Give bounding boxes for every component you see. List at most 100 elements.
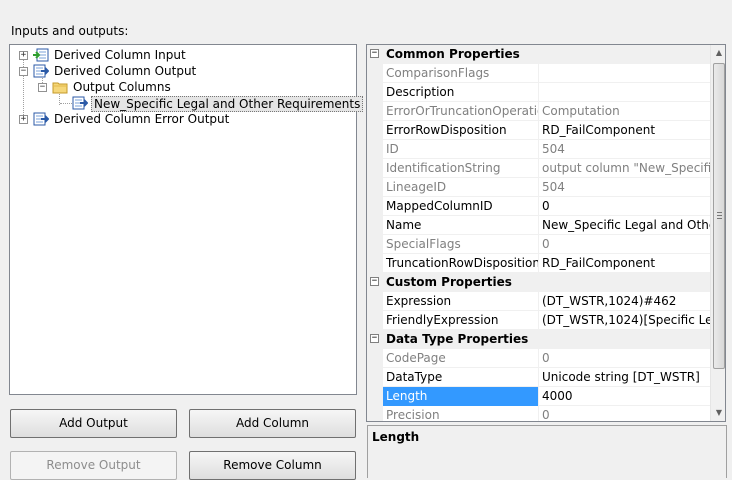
property-row-identificationstring[interactable]: IdentificationString output column "New_… (367, 159, 710, 178)
add-output-button[interactable]: Add Output (10, 409, 177, 438)
property-row-specialflags[interactable]: SpecialFlags 0 (367, 235, 710, 254)
row-margin (367, 121, 383, 140)
collapse-icon[interactable]: − (370, 277, 379, 286)
row-margin (367, 102, 383, 121)
property-grid[interactable]: − Common Properties ComparisonFlags Desc… (366, 44, 726, 422)
add-column-button[interactable]: Add Column (189, 409, 356, 438)
property-row-errorortruncationoperation[interactable]: ErrorOrTruncationOperation Computation (367, 102, 710, 121)
property-name: DataType (383, 368, 539, 387)
property-name: ErrorRowDisposition (383, 121, 539, 140)
tree-node-output-columns[interactable]: − Output Columns (10, 79, 350, 95)
property-name: MappedColumnID (383, 197, 539, 216)
property-row-datatype[interactable]: DataType Unicode string [DT_WSTR] (367, 368, 710, 387)
row-margin (367, 159, 383, 178)
property-row-errorrowdisposition[interactable]: ErrorRowDisposition RD_FailComponent (367, 121, 710, 140)
collapse-icon[interactable]: − (370, 49, 379, 58)
property-name: Description (383, 83, 539, 102)
tree-node-new-specific-legal[interactable]: New_Specific Legal and Other Requirement… (10, 95, 364, 112)
property-value[interactable]: (DT_WSTR,1024)[Specific Legal and Other … (539, 311, 710, 330)
property-value[interactable]: 0 (539, 406, 710, 421)
remove-output-button[interactable]: Remove Output (10, 451, 177, 480)
property-name: Precision (383, 406, 539, 421)
row-margin (367, 235, 383, 254)
property-name: Name (383, 216, 539, 235)
row-margin (367, 64, 383, 83)
property-row-id[interactable]: ID 504 (367, 140, 710, 159)
property-name: Expression (383, 292, 539, 311)
property-name: IdentificationString (383, 159, 539, 178)
row-margin (367, 311, 383, 330)
property-value[interactable]: New_Specific Legal and Other Requirement… (539, 216, 710, 235)
vertical-scrollbar[interactable]: ▲ ▼ (710, 45, 725, 421)
property-value[interactable]: RD_FailComponent (539, 121, 710, 140)
category-custom-properties[interactable]: − Custom Properties (367, 273, 710, 292)
tree-node-derived-column-output[interactable]: − Derived Column Output (10, 63, 350, 79)
property-row-length[interactable]: Length 4000 (367, 387, 710, 406)
collapse-icon[interactable]: − (370, 334, 379, 343)
property-value[interactable]: 504 (539, 178, 710, 197)
tree-node-derived-column-error-output[interactable]: + Derived Column Error Output (10, 111, 350, 127)
property-name: FriendlyExpression (383, 311, 539, 330)
category-label: Custom Properties (386, 275, 512, 289)
scrollbar-thumb[interactable] (713, 63, 725, 369)
category-label: Data Type Properties (386, 332, 529, 346)
property-row-codepage[interactable]: CodePage 0 (367, 349, 710, 368)
row-margin (367, 292, 383, 311)
grip-line (717, 215, 722, 216)
tree-node-label: New_Specific Legal and Other Requirement… (91, 96, 364, 112)
row-margin (367, 406, 383, 421)
description-title: Length (372, 430, 420, 444)
property-value[interactable]: 0 (539, 235, 710, 254)
property-value[interactable]: Computation (539, 102, 710, 121)
scroll-down-icon[interactable]: ▼ (711, 405, 725, 421)
category-data-type-properties[interactable]: − Data Type Properties (367, 330, 710, 349)
folder-icon (52, 82, 68, 94)
property-name: ErrorOrTruncationOperation (383, 102, 539, 121)
property-name: ComparisonFlags (383, 64, 539, 83)
property-row-mappedcolumnid[interactable]: MappedColumnID 0 (367, 197, 710, 216)
input-icon (33, 48, 49, 62)
property-value[interactable]: RD_FailComponent (539, 254, 710, 273)
tree-node-derived-column-input[interactable]: + Derived Column Input (10, 47, 350, 63)
expand-icon[interactable]: + (19, 115, 28, 124)
property-row-truncationrowdisposition[interactable]: TruncationRowDisposition RD_FailComponen… (367, 254, 710, 273)
tree-node-label: Derived Column Error Output (54, 112, 230, 126)
expand-icon[interactable]: + (19, 51, 28, 60)
section-label: Inputs and outputs: (11, 24, 129, 38)
category-common-properties[interactable]: − Common Properties (367, 45, 710, 64)
row-margin (367, 197, 383, 216)
property-name: LineageID (383, 178, 539, 197)
property-name: CodePage (383, 349, 539, 368)
property-value[interactable]: (DT_WSTR,1024)#462 (539, 292, 710, 311)
column-icon (72, 96, 88, 110)
property-row-lineageid[interactable]: LineageID 504 (367, 178, 710, 197)
property-row-friendlyexpression[interactable]: FriendlyExpression (DT_WSTR,1024)[Specif… (367, 311, 710, 330)
row-margin (367, 254, 383, 273)
remove-column-button[interactable]: Remove Column (189, 451, 356, 480)
property-row-precision[interactable]: Precision 0 (367, 406, 710, 421)
row-margin (367, 387, 383, 406)
output-icon (33, 64, 49, 78)
property-value[interactable]: 0 (539, 197, 710, 216)
property-name: ID (383, 140, 539, 159)
collapse-icon[interactable]: − (19, 67, 28, 76)
property-value[interactable]: 0 (539, 349, 710, 368)
property-row-name[interactable]: Name New_Specific Legal and Other Requir… (367, 216, 710, 235)
row-margin (367, 178, 383, 197)
property-value[interactable]: 504 (539, 140, 710, 159)
tree-node-label: Derived Column Input (54, 48, 186, 62)
property-row-expression[interactable]: Expression (DT_WSTR,1024)#462 (367, 292, 710, 311)
property-value[interactable]: 4000 (539, 387, 710, 406)
property-value[interactable]: Unicode string [DT_WSTR] (539, 368, 710, 387)
tree-node-label: Output Columns (73, 80, 171, 94)
property-row-comparisonflags[interactable]: ComparisonFlags (367, 64, 710, 83)
property-value[interactable]: output column "New_Specific Legal and Ot… (539, 159, 710, 178)
property-value[interactable] (539, 83, 710, 102)
inputs-outputs-tree[interactable]: + Derived Column Input − Derived Column … (9, 44, 364, 395)
property-value[interactable] (539, 64, 710, 83)
tree-node-label: Derived Column Output (54, 64, 197, 78)
error-output-icon (33, 112, 49, 126)
scroll-up-icon[interactable]: ▲ (711, 45, 725, 61)
property-row-description[interactable]: Description (367, 83, 710, 102)
collapse-icon[interactable]: − (38, 83, 47, 92)
